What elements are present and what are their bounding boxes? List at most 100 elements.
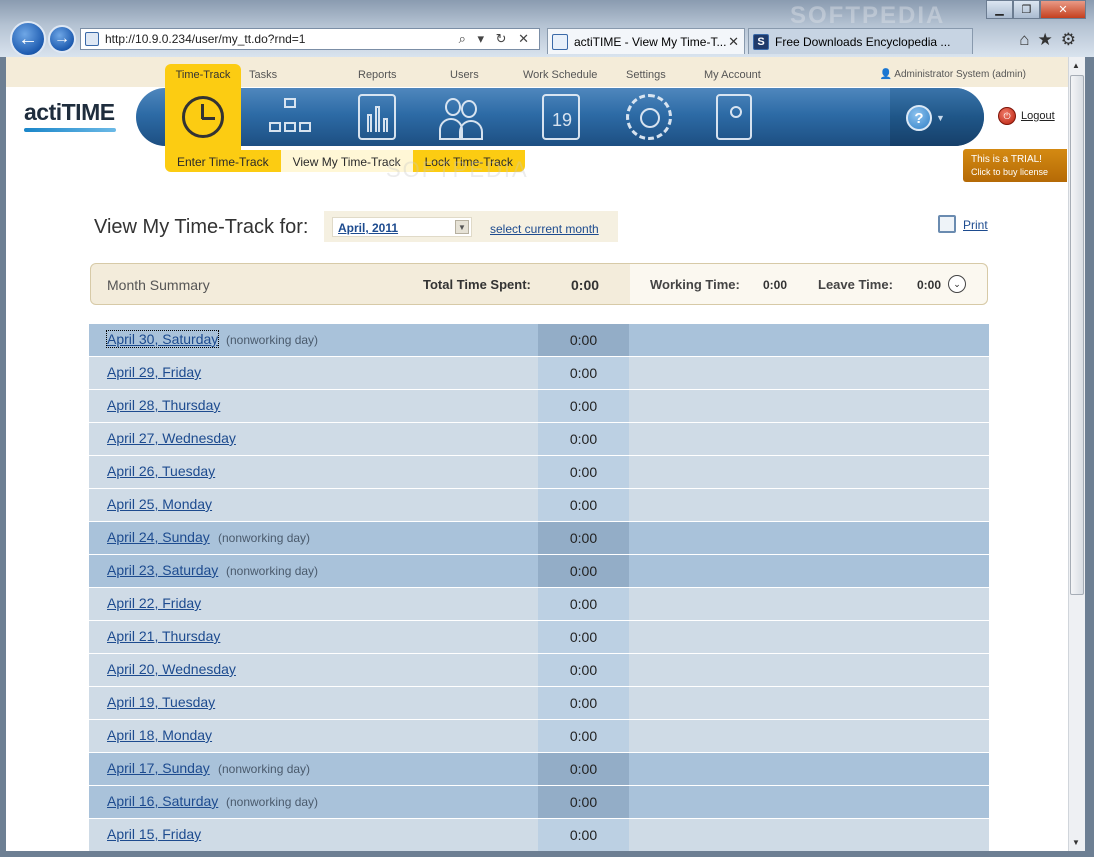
table-row: April 28, Thursday 0:00: [89, 390, 989, 422]
submenu-enter-time-track[interactable]: Enter Time-Track: [165, 150, 281, 172]
day-link[interactable]: April 21, Thursday: [107, 628, 220, 644]
scroll-down-icon[interactable]: ▼: [1072, 838, 1080, 847]
tab-title: Free Downloads Encyclopedia ...: [775, 34, 951, 49]
menu-time-track[interactable]: Time-Track: [165, 69, 241, 81]
table-row: April 20, Wednesday 0:00: [89, 654, 989, 686]
total-time-value: 0:00: [571, 277, 600, 293]
day-empty-cell: [629, 357, 989, 389]
printer-icon[interactable]: [938, 215, 956, 233]
day-cell: April 29, Friday: [89, 357, 538, 389]
day-time: 0:00: [538, 357, 629, 389]
day-link[interactable]: April 19, Tuesday: [107, 694, 215, 710]
browser-tab-softpedia[interactable]: S Free Downloads Encyclopedia ...: [748, 28, 973, 54]
month-select[interactable]: April, 2011 ▼: [332, 217, 472, 237]
gear-center: [640, 108, 660, 128]
actitime-logo[interactable]: actiTIME: [24, 99, 115, 126]
help-icon[interactable]: ?: [906, 105, 932, 131]
day-link[interactable]: April 20, Wednesday: [107, 661, 236, 677]
power-icon[interactable]: ⏻: [998, 107, 1016, 125]
day-time: 0:00: [538, 555, 629, 587]
day-cell: April 25, Monday: [89, 489, 538, 521]
home-favorites-tools-icons[interactable]: ⌂★⚙: [1019, 30, 1084, 50]
print-link[interactable]: Print: [963, 218, 988, 232]
day-empty-cell: [629, 720, 989, 752]
nonworking-note: (nonworking day): [226, 564, 319, 578]
vertical-scrollbar[interactable]: ▲ ▼: [1068, 57, 1085, 851]
day-empty-cell: [629, 819, 989, 851]
day-empty-cell: [629, 555, 989, 587]
day-time: 0:00: [538, 489, 629, 521]
day-link[interactable]: April 17, Sunday: [107, 760, 210, 776]
day-list: April 30, Saturday (nonworking day) 0:00 Ap…: [89, 324, 989, 851]
day-cell: April 22, Friday: [89, 588, 538, 620]
expand-icon[interactable]: ⌄: [948, 275, 966, 293]
day-link[interactable]: April 16, Saturday: [107, 793, 218, 809]
day-link[interactable]: April 23, Saturday: [107, 562, 218, 578]
close-window-button[interactable]: ✕: [1040, 0, 1086, 19]
calendar-icon[interactable]: 19: [542, 94, 580, 140]
address-url[interactable]: http://10.9.0.234/user/my_tt.do?rnd=1: [105, 32, 305, 46]
trial-banner[interactable]: This is a TRIAL! Click to buy license: [963, 149, 1067, 182]
day-link[interactable]: April 26, Tuesday: [107, 463, 215, 479]
day-time: 0:00: [538, 654, 629, 686]
day-cell: April 18, Monday: [89, 720, 538, 752]
account-head: [730, 106, 742, 118]
forward-button[interactable]: →: [48, 25, 76, 53]
day-time: 0:00: [538, 819, 629, 851]
table-row: April 21, Thursday 0:00: [89, 621, 989, 653]
clock-icon[interactable]: [182, 96, 224, 138]
menu-my-account[interactable]: My Account: [704, 69, 761, 81]
softpedia-watermark: SOFTPEDIA: [790, 2, 946, 29]
table-row: April 19, Tuesday 0:00: [89, 687, 989, 719]
menu-settings[interactable]: Settings: [626, 69, 666, 81]
day-time: 0:00: [538, 621, 629, 653]
day-empty-cell: [629, 390, 989, 422]
day-link[interactable]: April 15, Friday: [107, 826, 201, 842]
day-cell: April 23, Saturday (nonworking day): [89, 555, 538, 587]
table-row: April 25, Monday 0:00: [89, 489, 989, 521]
day-empty-cell: [629, 324, 989, 356]
close-tab-icon[interactable]: ✕: [728, 34, 739, 50]
softpedia-favicon-icon: S: [753, 33, 769, 50]
menu-tasks[interactable]: Tasks: [249, 69, 277, 81]
account-icon[interactable]: [716, 94, 752, 140]
day-time: 0:00: [538, 786, 629, 818]
reports-icon[interactable]: [358, 94, 396, 140]
trial-subtitle: Click to buy license: [971, 167, 1049, 177]
day-time: 0:00: [538, 720, 629, 752]
chevron-down-icon[interactable]: ▼: [936, 113, 945, 123]
table-row: April 17, Sunday (nonworking day) 0:00: [89, 753, 989, 785]
logout-link[interactable]: Logout: [1021, 110, 1055, 122]
working-time-value: 0:00: [763, 278, 788, 292]
scroll-up-icon[interactable]: ▲: [1072, 61, 1080, 70]
menu-users[interactable]: Users: [450, 69, 479, 81]
minimize-button[interactable]: ▁: [986, 0, 1013, 19]
gear-icon[interactable]: [626, 94, 672, 140]
summary-title: Month Summary: [107, 277, 210, 293]
menu-reports[interactable]: Reports: [358, 69, 397, 81]
bar: [383, 118, 388, 132]
back-button[interactable]: ←: [10, 21, 46, 57]
day-link[interactable]: April 30, Saturday: [105, 330, 220, 348]
arrow-left-icon: ←: [18, 27, 38, 50]
day-link[interactable]: April 27, Wednesday: [107, 430, 236, 446]
working-time-label: Working Time:: [650, 277, 740, 292]
select-current-month-link[interactable]: select current month: [490, 222, 599, 236]
address-bar[interactable]: http://10.9.0.234/user/my_tt.do?rnd=1 ⌕ …: [80, 28, 540, 50]
day-link[interactable]: April 24, Sunday: [107, 529, 210, 545]
day-link[interactable]: April 25, Monday: [107, 496, 212, 512]
day-link[interactable]: April 28, Thursday: [107, 397, 220, 413]
maximize-button[interactable]: ❐: [1013, 0, 1040, 19]
day-cell: April 16, Saturday (nonworking day): [89, 786, 538, 818]
tasks-icon[interactable]: [269, 94, 315, 140]
day-link[interactable]: April 18, Monday: [107, 727, 212, 743]
day-link[interactable]: April 22, Friday: [107, 595, 201, 611]
day-empty-cell: [629, 654, 989, 686]
users-icon[interactable]: [437, 94, 483, 140]
day-link[interactable]: April 29, Friday: [107, 364, 201, 380]
address-tools-icons[interactable]: ⌕ ▾ ↻ ✕: [459, 31, 539, 47]
browser-tab-actitime[interactable]: actiTIME - View My Time-T... ✕: [547, 28, 745, 54]
scrollbar-thumb[interactable]: [1070, 75, 1084, 595]
menu-work-schedule[interactable]: Work Schedule: [523, 69, 597, 81]
chevron-down-icon[interactable]: ▼: [455, 220, 469, 234]
